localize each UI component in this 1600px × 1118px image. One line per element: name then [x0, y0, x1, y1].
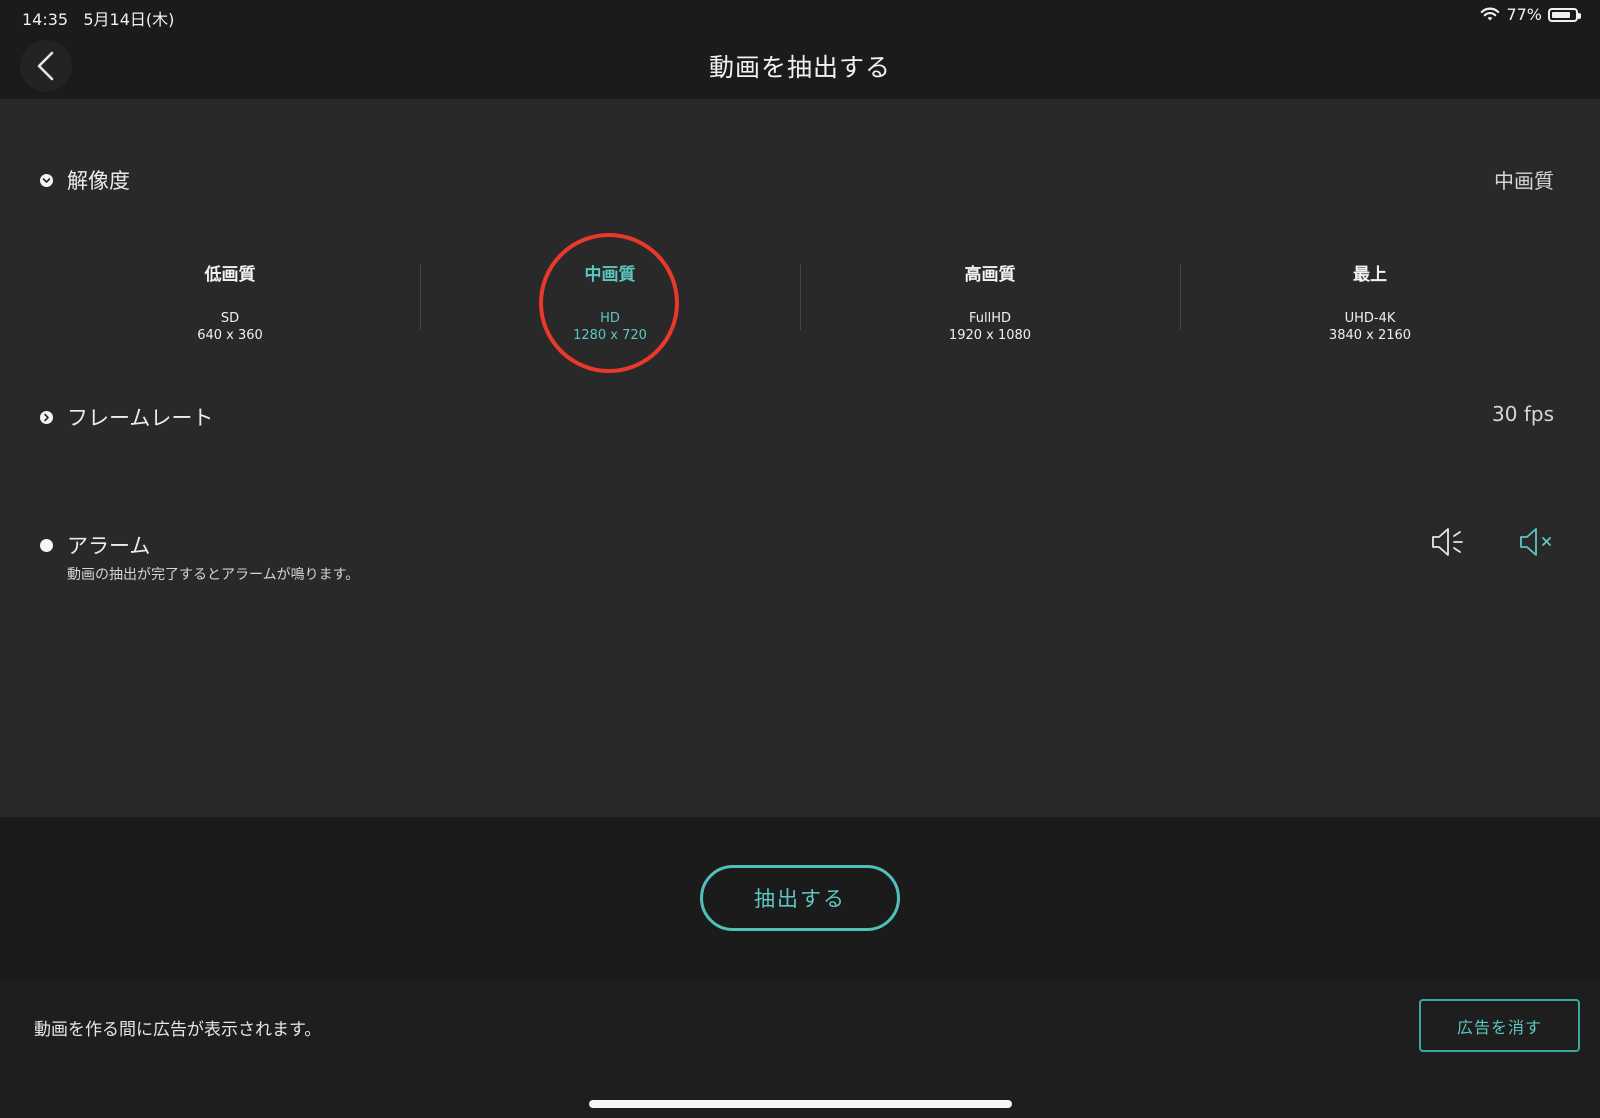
remove-ads-button[interactable]: 広告を消す [1419, 999, 1580, 1052]
resolution-option-name: 高画質 [964, 265, 1016, 285]
frame-rate-label: フレームレート [67, 406, 214, 430]
page-title: 動画を抽出する [708, 53, 891, 82]
resolution-option-standard: UHD-4K [1344, 311, 1396, 326]
resolution-option-name: 最上 [1353, 265, 1387, 285]
status-clock: 14:35 [22, 10, 69, 29]
resolution-option-dimensions: 640 x 360 [197, 328, 263, 343]
resolution-option-standard: HD [600, 311, 620, 326]
chevron-down-icon [40, 173, 53, 187]
settings-panel [0, 99, 1600, 817]
resolution-option-high[interactable]: 高画質 FullHD 1920 x 1080 [800, 250, 1180, 350]
resolution-option-name: 低画質 [204, 265, 256, 285]
status-time: 14:35 5月14日(木) [22, 6, 174, 30]
alarm-description: 動画の抽出が完了するとアラームが鳴ります。 [67, 567, 360, 583]
wifi-icon [1481, 7, 1500, 21]
speaker-muted-icon [1520, 528, 1551, 556]
resolution-value: 中画質 [1494, 169, 1554, 193]
speaker-on-icon [1432, 528, 1463, 556]
resolution-option-standard: FullHD [968, 311, 1011, 326]
resolution-option-dimensions: 1920 x 1080 [948, 328, 1032, 343]
ad-bar [0, 981, 1600, 1118]
frame-rate-value: 30 fps [1492, 402, 1554, 426]
resolution-option-low[interactable]: 低画質 SD 640 x 360 [40, 250, 420, 350]
extract-button[interactable]: 抽出する [700, 865, 900, 931]
resolution-toggle[interactable]: 解像度 [40, 165, 130, 195]
frame-rate-toggle[interactable]: フレームレート [40, 402, 213, 432]
alarm-header: アラーム [40, 530, 150, 560]
chevron-right-icon [40, 410, 53, 424]
resolution-option-dimensions: 1280 x 720 [573, 328, 647, 343]
home-indicator[interactable] [589, 1100, 1012, 1108]
bullet-dot-icon [40, 538, 53, 552]
ad-message: 動画を作る間に広告が表示されます。 [34, 1020, 322, 1040]
resolution-option-medium[interactable]: 中画質 HD 1280 x 720 [420, 250, 800, 350]
resolution-options: 低画質 SD 640 x 360 中画質 HD 1280 x 720 高画質 F… [40, 250, 1560, 350]
resolution-option-dimensions: 3840 x 2160 [1328, 328, 1412, 343]
battery-percent: 77% [1506, 5, 1542, 24]
resolution-option-standard: SD [220, 311, 240, 326]
battery-icon [1548, 7, 1581, 22]
alarm-sound-off-button[interactable] [1514, 520, 1558, 564]
resolution-label: 解像度 [67, 169, 130, 193]
status-date: 5月14日(木) [83, 10, 175, 29]
status-indicators: 77% [1480, 5, 1581, 24]
alarm-sound-on-button[interactable] [1426, 520, 1470, 564]
resolution-option-best[interactable]: 最上 UHD-4K 3840 x 2160 [1180, 250, 1560, 350]
resolution-option-name: 中画質 [584, 265, 636, 285]
alarm-label: アラーム [67, 534, 151, 558]
